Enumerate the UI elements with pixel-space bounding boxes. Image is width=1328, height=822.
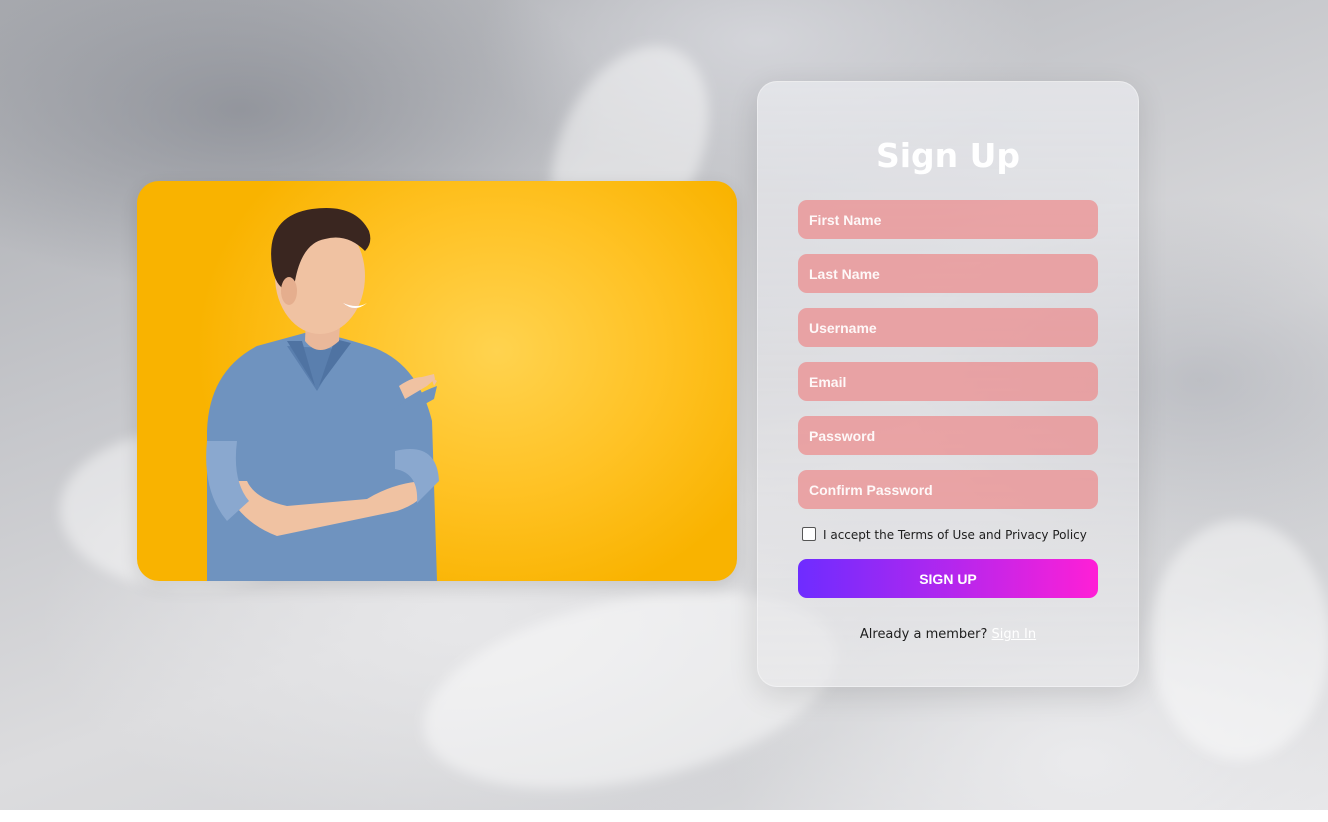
terms-label: I accept the Terms of Use and Privacy Po…: [823, 528, 1087, 542]
username-input[interactable]: Username: [798, 308, 1098, 347]
member-prompt-row: Already a member? Sign In: [758, 627, 1138, 642]
email-input[interactable]: Email: [798, 362, 1098, 401]
sign-in-link[interactable]: Sign In: [992, 627, 1037, 642]
confirm-password-input[interactable]: Confirm Password: [798, 470, 1098, 509]
form-title: Sign Up: [875, 136, 1021, 175]
terms-checkbox[interactable]: [802, 527, 816, 541]
first-name-input[interactable]: First Name: [798, 200, 1098, 239]
member-prompt: Already a member?: [859, 627, 988, 642]
man-pointing-illustration: [206, 207, 439, 581]
password-input[interactable]: Password: [798, 416, 1098, 455]
last-name-input[interactable]: Last Name: [798, 254, 1098, 293]
feather-highlight: [1150, 520, 1328, 760]
hero-photo-card: [137, 181, 737, 581]
sign-up-button[interactable]: SIGN UP: [798, 559, 1098, 598]
signup-form-card: Sign Up First Name Last Name Username Em…: [757, 81, 1139, 687]
terms-row: I accept the Terms of Use and Privacy Po…: [802, 527, 1087, 542]
